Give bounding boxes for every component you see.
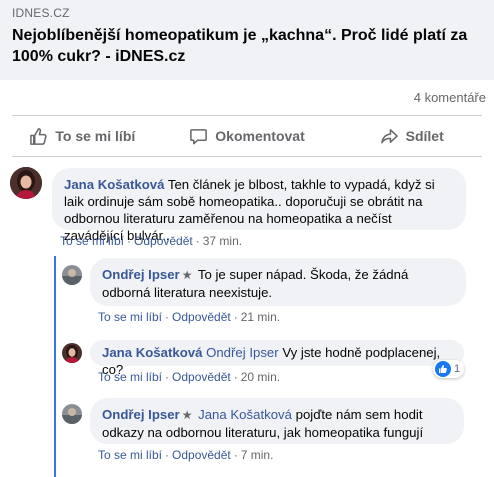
star-icon: ★: [181, 268, 193, 282]
reply-bubble: Ondřej Ipser ★ Jana Košatková pojďte nám …: [90, 398, 464, 444]
reaction-count: 1: [454, 363, 461, 375]
star-icon: ★: [181, 408, 193, 422]
avatar[interactable]: [10, 167, 42, 199]
reply-thread-line: [54, 256, 56, 477]
avatar[interactable]: [62, 265, 82, 285]
reply-like-link[interactable]: To se mi líbí: [98, 310, 162, 324]
reply-bubble: Jana Košatková Ondřej Ipser Vy jste hodn…: [90, 340, 464, 377]
comment-count[interactable]: 4 komentáře: [414, 90, 486, 105]
reply-like-link[interactable]: To se mi líbí: [98, 370, 162, 384]
reply-reply-link[interactable]: Odpovědět: [172, 448, 231, 462]
reply-author[interactable]: Ondřej Ipser: [102, 267, 180, 282]
comment-button-label: Okomentovat: [215, 128, 305, 144]
comment-button[interactable]: Okomentovat: [165, 117, 330, 155]
avatar-photo: [62, 265, 82, 285]
reply-author[interactable]: Ondřej Ipser: [102, 407, 180, 422]
comment-like-link[interactable]: To se mi líbí: [60, 234, 124, 248]
reply-reply-link[interactable]: Odpovědět: [172, 310, 231, 324]
avatar-photo: [62, 343, 82, 363]
reply-author[interactable]: Jana Košatková: [102, 345, 202, 360]
reply-meta: To se mi líbí · Odpovědět · 20 min.: [98, 370, 281, 384]
reply-reply-link[interactable]: Odpovědět: [172, 370, 231, 384]
like-button-label: To se mi líbí: [55, 128, 136, 144]
thumbs-up-icon: [30, 127, 48, 145]
reply-bubble: Ondřej Ipser ★ To je super nápad. Škoda, …: [90, 258, 466, 306]
reply-mention[interactable]: Jana Košatková: [198, 407, 292, 422]
comment-icon: [190, 128, 208, 144]
share-icon: [380, 128, 398, 143]
reply-mention[interactable]: Ondřej Ipser: [206, 345, 279, 360]
reply-time[interactable]: 21 min.: [241, 310, 280, 324]
avatar[interactable]: [62, 404, 82, 424]
reply-time[interactable]: 20 min.: [241, 370, 280, 384]
share-button[interactable]: Sdílet: [329, 117, 494, 155]
action-bar: To se mi líbí Okomentovat Sdílet: [0, 117, 494, 155]
divider: [12, 156, 482, 157]
reply-like-link[interactable]: To se mi líbí: [98, 448, 162, 462]
comment-bubble: Jana Košatková Ten článek je blbost, tak…: [52, 168, 466, 243]
avatar-photo: [10, 167, 42, 199]
reply-meta: To se mi líbí · Odpovědět · 21 min.: [98, 310, 281, 324]
divider: [12, 115, 482, 116]
share-button-label: Sdílet: [405, 128, 444, 144]
link-title[interactable]: Nejoblíbenější homeopatikum je „kachna“.…: [12, 25, 492, 67]
thumbs-up-icon: [435, 361, 451, 377]
comment-author[interactable]: Jana Košatková: [64, 177, 164, 192]
reaction-badge[interactable]: 1: [433, 360, 465, 378]
comment-meta: To se mi líbí · Odpovědět · 37 min.: [60, 234, 243, 248]
like-button[interactable]: To se mi líbí: [0, 117, 165, 155]
link-preview[interactable]: IDNES.CZ Nejoblíbenější homeopatikum je …: [0, 0, 494, 80]
comment-reply-link[interactable]: Odpovědět: [134, 234, 193, 248]
reply-meta: To se mi líbí · Odpovědět · 7 min.: [98, 448, 274, 462]
comment-time[interactable]: 37 min.: [203, 234, 242, 248]
avatar-photo: [62, 404, 82, 424]
reply-time[interactable]: 7 min.: [241, 448, 274, 462]
avatar[interactable]: [62, 343, 82, 363]
link-domain: IDNES.CZ: [12, 6, 70, 20]
